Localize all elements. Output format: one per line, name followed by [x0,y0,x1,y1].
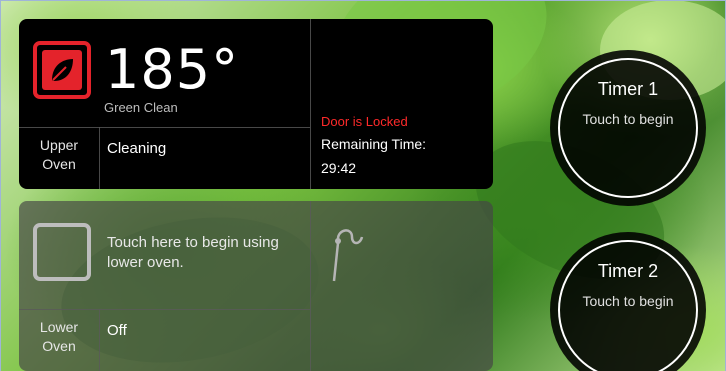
timer-2-button[interactable]: Timer 2 Touch to begin [550,232,706,371]
divider [310,19,311,189]
upper-oven-label-line2: Oven [42,156,76,172]
upper-oven-temperature: 185° [105,38,240,101]
timer-1-button[interactable]: Timer 1 Touch to begin [550,50,706,206]
divider [310,201,311,371]
frame-border [0,0,1,371]
lower-oven-label-line1: Lower [39,319,79,335]
remaining-time-label: Remaining Time: [321,136,427,152]
lower-oven-hint: Touch here to begin using lower oven. [107,234,279,271]
timer-2-title: Timer 2 [597,261,659,281]
divider [99,127,100,189]
timer-2-subtitle: Touch to begin [582,293,674,309]
frame-border [0,0,726,1]
lower-oven-mode-icon [33,223,91,281]
door-status: Door is Locked [321,114,408,129]
upper-oven-mode: Green Clean [104,100,178,115]
lower-oven-panel[interactable]: Touch here to begin using lower oven. Lo… [19,201,493,371]
remaining-time-value: 29:42 [321,160,357,176]
upper-oven-panel[interactable]: 185° Green Clean Upper Oven Cleaning Doo… [19,19,493,189]
upper-oven-status: Cleaning [107,140,167,157]
timer-1-title: Timer 1 [597,79,659,99]
lower-oven-status: Off [107,322,127,339]
lower-oven-label-line2: Oven [42,338,76,354]
upper-oven-mode-icon [33,41,91,99]
upper-oven-label: Upper Oven [19,136,99,174]
timer-1-subtitle: Touch to begin [582,111,674,127]
divider [19,127,310,128]
probe-icon[interactable] [324,219,374,289]
divider [99,309,100,371]
upper-oven-label-line1: Upper [39,137,79,153]
oven-control-screen: 185° Green Clean Upper Oven Cleaning Doo… [0,0,726,371]
lower-oven-label: Lower Oven [19,318,99,356]
leaf-icon [42,50,82,90]
divider [19,309,310,310]
